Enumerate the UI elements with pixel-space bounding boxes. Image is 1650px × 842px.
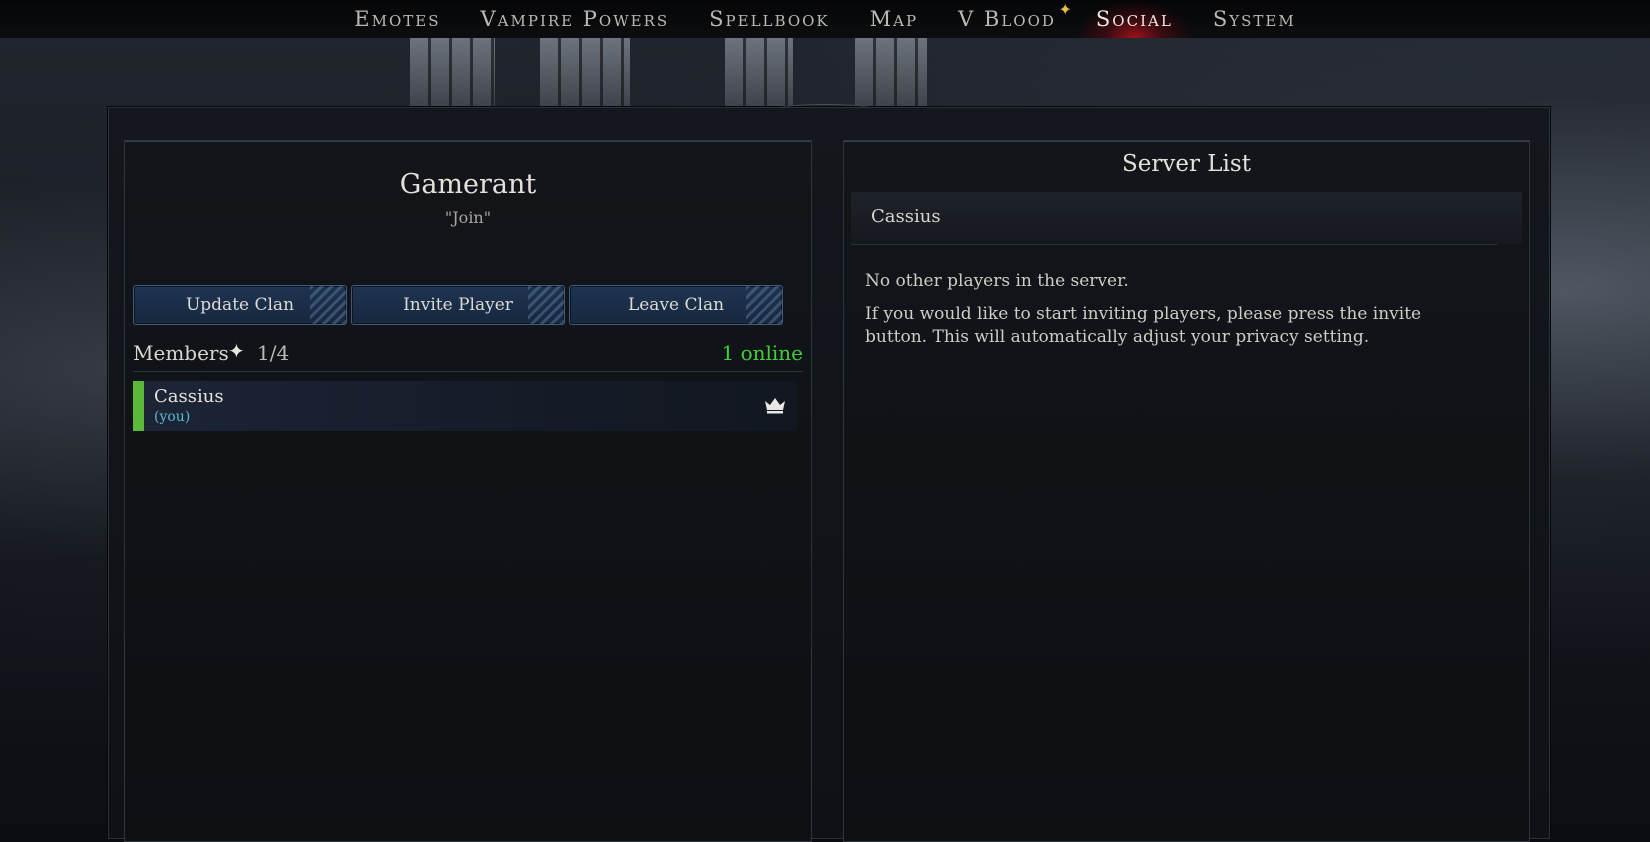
server-entry-name: Cassius bbox=[871, 206, 941, 227]
tab-emotes[interactable]: Emotes bbox=[334, 0, 460, 38]
star-icon: ✦ bbox=[228, 339, 245, 363]
server-message: No other players in the server. bbox=[865, 271, 1129, 291]
clan-name: Gamerant bbox=[399, 169, 537, 200]
members-count: 1/4 bbox=[257, 341, 290, 365]
background-window bbox=[855, 38, 927, 106]
background-window bbox=[725, 38, 793, 106]
online-count: 1 online bbox=[721, 341, 803, 365]
update-clan-button[interactable]: Update Clan bbox=[133, 285, 347, 325]
clan-motto: "Join" bbox=[444, 208, 492, 227]
tab-system[interactable]: System bbox=[1193, 0, 1316, 38]
background-window bbox=[410, 38, 495, 106]
tab-spellbook[interactable]: Spellbook bbox=[689, 0, 849, 38]
tab-vampire-powers[interactable]: Vampire Powers bbox=[461, 0, 690, 38]
top-navigation: Emotes Vampire Powers Spellbook Map V Bl… bbox=[0, 0, 1650, 38]
member-tag: (you) bbox=[154, 409, 191, 425]
divider bbox=[851, 244, 1497, 245]
divider bbox=[133, 371, 803, 372]
members-header: Members ✦ 1/4 1 online bbox=[133, 337, 803, 367]
tab-v-blood-label: V Blood bbox=[958, 7, 1056, 31]
members-label: Members bbox=[133, 341, 229, 365]
update-clan-label: Update Clan bbox=[185, 295, 295, 315]
leave-clan-label: Leave Clan bbox=[627, 295, 725, 315]
tab-v-blood[interactable]: V Blood ✦ bbox=[938, 0, 1076, 38]
tab-map[interactable]: Map bbox=[850, 0, 938, 38]
server-panel: Server List Cassius No other players in … bbox=[843, 140, 1530, 842]
server-instructions: If you would like to start inviting play… bbox=[865, 304, 1422, 347]
leave-clan-button[interactable]: Leave Clan bbox=[569, 285, 783, 325]
server-entry[interactable]: Cassius bbox=[851, 192, 1522, 244]
crown-icon bbox=[765, 398, 785, 414]
list-item[interactable]: Cassius (you) bbox=[133, 381, 797, 431]
status-bar bbox=[133, 381, 144, 431]
background-window bbox=[540, 38, 630, 106]
member-name: Cassius bbox=[154, 386, 224, 407]
invite-player-button[interactable]: Invite Player bbox=[351, 285, 565, 325]
tab-social[interactable]: Social bbox=[1075, 0, 1193, 38]
frame-ornament bbox=[780, 104, 870, 113]
invite-player-label: Invite Player bbox=[403, 295, 513, 315]
sparkle-icon: ✦ bbox=[1058, 0, 1074, 19]
clan-panel: Gamerant "Join" Update Clan Invite Playe… bbox=[124, 140, 812, 842]
server-list-title: Server List bbox=[1122, 151, 1251, 177]
